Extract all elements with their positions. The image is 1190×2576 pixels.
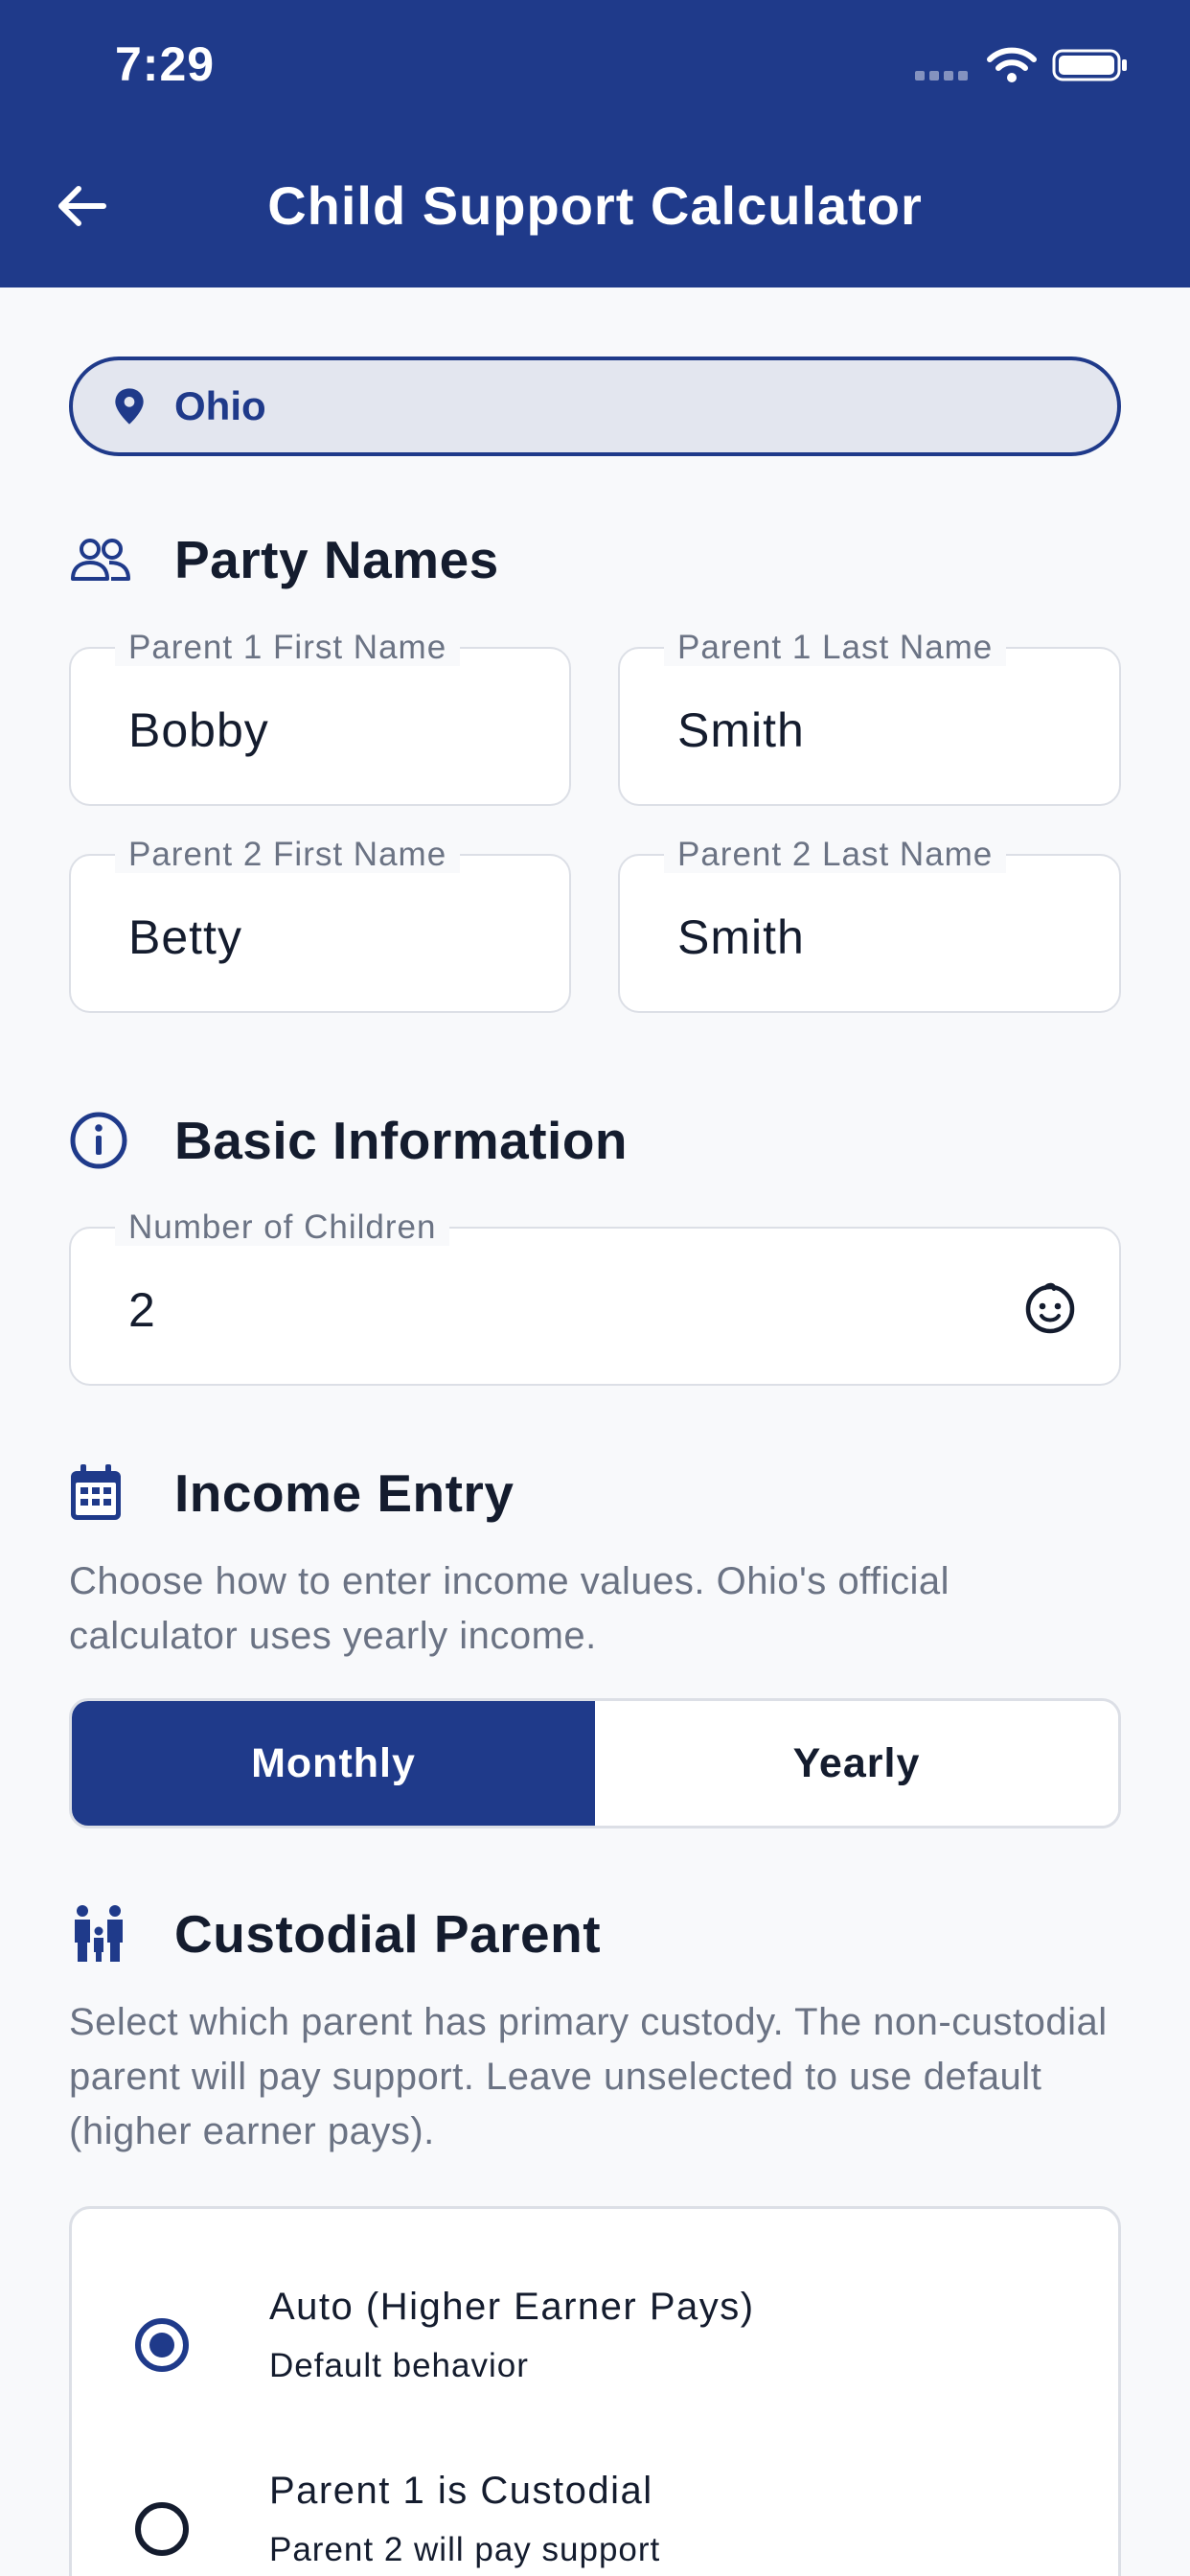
income-period-toggle: Monthly Yearly [69, 1698, 1121, 1828]
field-label: Parent 2 Last Name [664, 837, 1007, 873]
calendar-icon [71, 1464, 121, 1520]
field-label: Number of Children [115, 1209, 450, 1246]
custodial-parent-description: Select which parent has primary custody.… [69, 2001, 1108, 2152]
income-entry-description: Choose how to enter income values. Ohio'… [69, 1560, 950, 1657]
baby-face-icon [1025, 1282, 1075, 1334]
number-of-children-field[interactable]: Number of Children 2 [69, 1209, 1121, 1386]
section-title: Party Names [174, 530, 499, 589]
radio-option-auto[interactable]: Auto (Higher Earner Pays) Default behavi… [72, 2266, 1118, 2410]
option-title: Auto (Higher Earner Pays) [269, 2286, 755, 2328]
parent1-first-name-field[interactable]: Parent 1 First Name Bobby [69, 630, 571, 806]
field-value: 2 [128, 1283, 156, 1337]
option-subtitle: Default behavior [269, 2347, 529, 2384]
page-title: Child Support Calculator [267, 175, 923, 236]
field-value: Betty [128, 910, 242, 964]
field-label: Parent 1 Last Name [664, 630, 1007, 666]
radio-unselected-icon[interactable] [135, 2502, 189, 2556]
parent2-first-name-field[interactable]: Parent 2 First Name Betty [69, 837, 571, 1013]
state-name: Ohio [174, 383, 266, 428]
option-title: Parent 1 is Custodial [269, 2470, 653, 2512]
info-icon [70, 1112, 127, 1169]
custodial-parent-header: Custodial Parent [69, 1903, 601, 1965]
app-header: 7:29 Child Support Calculator [0, 0, 1190, 288]
battery-icon [1052, 49, 1127, 81]
section-title: Income Entry [174, 1463, 515, 1523]
parent2-last-name-field[interactable]: Parent 2 Last Name Smith [618, 837, 1121, 1013]
monthly-option[interactable]: Monthly [72, 1701, 595, 1826]
field-value: Smith [677, 910, 805, 964]
income-entry-header: Income Entry [69, 1462, 514, 1524]
wifi-icon [987, 47, 1037, 82]
field-value: Smith [677, 703, 805, 757]
parent1-last-name-field[interactable]: Parent 1 Last Name Smith [618, 630, 1121, 806]
family-icon [75, 1905, 123, 1962]
status-time: 7:29 [115, 37, 216, 91]
state-selector[interactable]: Ohio [69, 356, 1121, 456]
section-title: Basic Information [174, 1111, 629, 1170]
field-label: Parent 1 First Name [115, 630, 461, 666]
party-names-header: Party Names [69, 529, 499, 590]
basic-info-header: Basic Information [69, 1110, 628, 1171]
field-value: Bobby [128, 703, 269, 757]
radio-option-parent1[interactable]: Parent 1 is Custodial Parent 2 will pay … [72, 2450, 1118, 2576]
location-pin-icon [115, 388, 144, 425]
custodial-options-card: Auto (Higher Earner Pays) Default behavi… [69, 2206, 1121, 2576]
radio-selected-icon[interactable] [135, 2318, 189, 2372]
cellular-signal-icon [915, 71, 968, 80]
option-subtitle: Parent 2 will pay support [269, 2531, 661, 2568]
people-icon [71, 539, 130, 581]
section-title: Custodial Parent [174, 1904, 602, 1964]
field-label: Parent 2 First Name [115, 837, 461, 873]
yearly-option[interactable]: Yearly [595, 1701, 1118, 1826]
